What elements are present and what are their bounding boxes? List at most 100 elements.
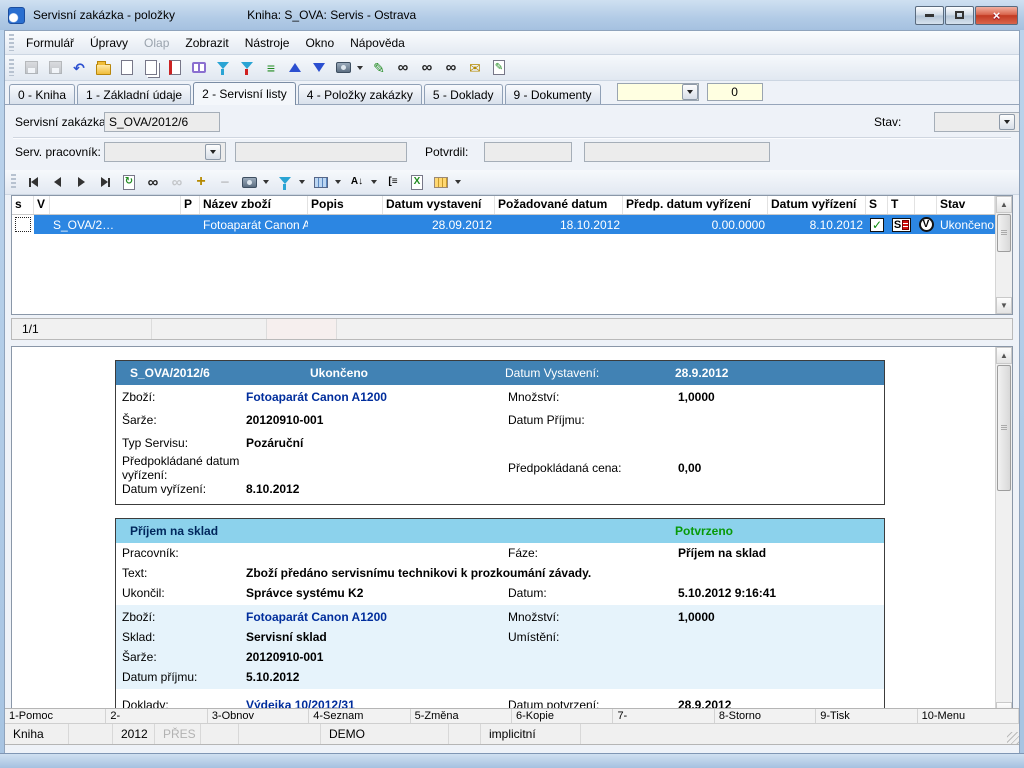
filter-dropdown-icon[interactable]: [299, 180, 305, 184]
list-values-icon[interactable]: [≡: [382, 171, 404, 193]
next-record-icon[interactable]: [70, 171, 92, 193]
minimize-button[interactable]: [915, 6, 944, 25]
menu-napoveda[interactable]: Nápověda: [342, 33, 413, 53]
col-v[interactable]: V: [34, 196, 50, 214]
edit-table-dropdown-icon[interactable]: [335, 180, 341, 184]
row-selector-cell[interactable]: [12, 215, 34, 234]
edit-document-icon[interactable]: ✎: [488, 57, 510, 79]
menu-nastroje[interactable]: Nástroje: [237, 33, 298, 53]
col-datum-vystaveni[interactable]: Datum vystavení: [383, 196, 495, 214]
col-t[interactable]: T: [888, 196, 915, 214]
resize-grip-icon[interactable]: [1007, 732, 1019, 744]
camera-icon[interactable]: [238, 171, 260, 193]
menu-formular[interactable]: Formulář: [18, 33, 82, 53]
col-s[interactable]: s: [12, 196, 34, 214]
edit-table-icon[interactable]: [310, 171, 332, 193]
sort-dropdown-icon[interactable]: [371, 180, 377, 184]
mail-icon[interactable]: ✉: [464, 57, 486, 79]
scrollbar-thumb[interactable]: [997, 365, 1011, 491]
new-document-icon[interactable]: [116, 57, 138, 79]
sign-icon[interactable]: ✎: [368, 57, 390, 79]
menu-zobrazit[interactable]: Zobrazit: [177, 33, 236, 53]
filter-icon[interactable]: [212, 57, 234, 79]
chevron-down-icon[interactable]: [682, 84, 698, 100]
fkey-6[interactable]: 6-Kopie: [512, 709, 613, 723]
refresh-icon[interactable]: ↻: [118, 171, 140, 193]
first-record-icon[interactable]: [22, 171, 44, 193]
fkey-7[interactable]: 7-: [613, 709, 714, 723]
col-nazev[interactable]: Název zboží: [200, 196, 308, 214]
fkey-1[interactable]: 1-Pomoc: [5, 709, 106, 723]
fkey-5[interactable]: 5-Změna: [411, 709, 512, 723]
detail-scrollbar[interactable]: ▲ ▼: [995, 347, 1012, 719]
confirmed-name-field[interactable]: [584, 142, 770, 162]
binoculars-plus-icon[interactable]: ∞: [440, 57, 462, 79]
fkey-2[interactable]: 2-: [106, 709, 207, 723]
grid-scrollbar[interactable]: ▲ ▼: [995, 196, 1012, 314]
scrollbar-thumb[interactable]: [997, 214, 1011, 252]
chevron-down-icon[interactable]: [999, 114, 1015, 130]
col-stav[interactable]: Stav: [937, 196, 995, 214]
tab-dokumenty[interactable]: 9 - Dokumenty: [505, 84, 601, 104]
stack-icon[interactable]: ≡: [260, 57, 282, 79]
excel-export-icon[interactable]: X: [406, 171, 428, 193]
fkey-10[interactable]: 10-Menu: [918, 709, 1019, 723]
col-s2[interactable]: S: [866, 196, 888, 214]
paste-document-icon[interactable]: [164, 57, 186, 79]
insert-record-icon[interactable]: +: [190, 171, 212, 193]
tab-servisni-listy[interactable]: 2 - Servisní listy: [193, 82, 296, 105]
col-predp-datum[interactable]: Předp. datum vyřízení: [623, 196, 768, 214]
undo-icon[interactable]: ↶: [68, 57, 90, 79]
confirmed-field[interactable]: [484, 142, 572, 162]
col-p[interactable]: P: [181, 196, 200, 214]
tab-zakladni-udaje[interactable]: 1 - Základní údaje: [77, 84, 191, 104]
fkey-9[interactable]: 9-Tisk: [816, 709, 917, 723]
arrow-up-icon[interactable]: [284, 57, 306, 79]
binoculars-flag-icon[interactable]: ∞: [416, 57, 438, 79]
order-field[interactable]: S_OVA/2012/6: [104, 112, 220, 132]
camera-icon[interactable]: [332, 57, 354, 79]
filter-advanced-icon[interactable]: [236, 57, 258, 79]
tab-kniha[interactable]: 0 - Kniha: [9, 84, 75, 104]
menu-okno[interactable]: Okno: [297, 33, 342, 53]
tab-polozky-zakazky[interactable]: 4 - Položky zakázky: [298, 84, 422, 104]
close-button[interactable]: ×: [975, 6, 1018, 25]
scroll-up-icon[interactable]: ▲: [996, 196, 1012, 213]
col-vbadge[interactable]: [915, 196, 937, 214]
filter-icon[interactable]: [274, 171, 296, 193]
camera-dropdown-icon[interactable]: [357, 66, 363, 70]
scroll-down-icon[interactable]: ▼: [996, 297, 1012, 314]
book-icon[interactable]: [188, 57, 210, 79]
fkey-4[interactable]: 4-Seznam: [309, 709, 410, 723]
col-code[interactable]: [50, 196, 181, 214]
tab-doklady[interactable]: 5 - Doklady: [424, 84, 503, 104]
camera-dropdown-icon[interactable]: [263, 180, 269, 184]
fkey-3[interactable]: 3-Obnov: [208, 709, 309, 723]
goods-link[interactable]: Fotoaparát Canon A1200: [246, 610, 508, 624]
worker-combo[interactable]: [104, 142, 226, 162]
table-row[interactable]: S_OVA/2… Fotoaparát Canon A1200 28.09.20…: [12, 215, 995, 234]
open-folder-icon[interactable]: [92, 57, 114, 79]
find-icon[interactable]: ∞: [142, 171, 164, 193]
state-combo[interactable]: [934, 112, 1020, 132]
sort-icon[interactable]: A↓: [346, 171, 368, 193]
prev-record-icon[interactable]: [46, 171, 68, 193]
quick-filter-combo[interactable]: [617, 83, 699, 101]
col-popis[interactable]: Popis: [308, 196, 383, 214]
goods-link[interactable]: Fotoaparát Canon A1200: [246, 390, 508, 404]
worker-name-field[interactable]: [235, 142, 407, 162]
cell-s-checkbox[interactable]: ✓: [866, 218, 888, 232]
columns-icon[interactable]: [430, 171, 452, 193]
copy-documents-icon[interactable]: [140, 57, 162, 79]
arrow-down-icon[interactable]: [308, 57, 330, 79]
col-pozadovane-datum[interactable]: Požadované datum: [495, 196, 623, 214]
last-record-icon[interactable]: [94, 171, 116, 193]
chevron-down-icon[interactable]: [205, 144, 221, 160]
columns-dropdown-icon[interactable]: [455, 180, 461, 184]
scroll-up-icon[interactable]: ▲: [996, 347, 1012, 364]
maximize-button[interactable]: [945, 6, 974, 25]
binoculars-icon[interactable]: ∞: [392, 57, 414, 79]
fkey-8[interactable]: 8-Storno: [715, 709, 816, 723]
col-datum-vyrizeni[interactable]: Datum vyřízení: [768, 196, 866, 214]
menu-upravy[interactable]: Úpravy: [82, 33, 136, 53]
